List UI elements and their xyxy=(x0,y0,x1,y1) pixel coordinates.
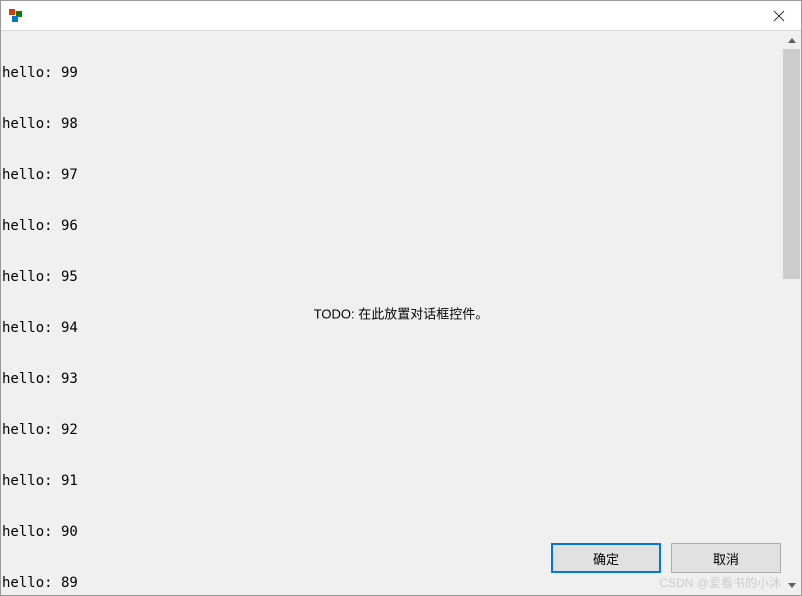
placeholder-text: TODO: 在此放置对话框控件。 xyxy=(310,302,493,325)
chevron-up-icon xyxy=(788,38,796,43)
scroll-down-button[interactable] xyxy=(783,577,800,594)
scroll-up-button[interactable] xyxy=(783,32,800,49)
vertical-scrollbar[interactable] xyxy=(783,32,800,594)
titlebar xyxy=(1,1,801,31)
log-line: hello: 91 xyxy=(2,473,78,490)
scroll-thumb[interactable] xyxy=(783,49,800,279)
log-line: hello: 98 xyxy=(2,116,78,133)
log-line: hello: 97 xyxy=(2,167,78,184)
log-line: hello: 89 xyxy=(2,575,78,592)
cancel-button[interactable]: 取消 xyxy=(671,543,781,573)
close-button[interactable] xyxy=(756,1,801,31)
log-line: hello: 95 xyxy=(2,269,78,286)
watermark-text: CSDN @爱看书的小沐 xyxy=(659,574,781,591)
log-line: hello: 92 xyxy=(2,422,78,439)
log-line: hello: 90 xyxy=(2,524,78,541)
log-line: hello: 93 xyxy=(2,371,78,388)
log-line: hello: 94 xyxy=(2,320,78,337)
chevron-down-icon xyxy=(788,583,796,588)
ok-button[interactable]: 确定 xyxy=(551,543,661,573)
log-line: hello: 99 xyxy=(2,65,78,82)
app-icon xyxy=(7,7,25,25)
log-output: hello: 99 hello: 98 hello: 97 hello: 96 … xyxy=(1,31,78,595)
client-area: hello: 99 hello: 98 hello: 97 hello: 96 … xyxy=(1,31,801,595)
dialog-buttons: 确定 取消 xyxy=(551,543,781,573)
log-line: hello: 96 xyxy=(2,218,78,235)
close-icon xyxy=(773,10,785,22)
